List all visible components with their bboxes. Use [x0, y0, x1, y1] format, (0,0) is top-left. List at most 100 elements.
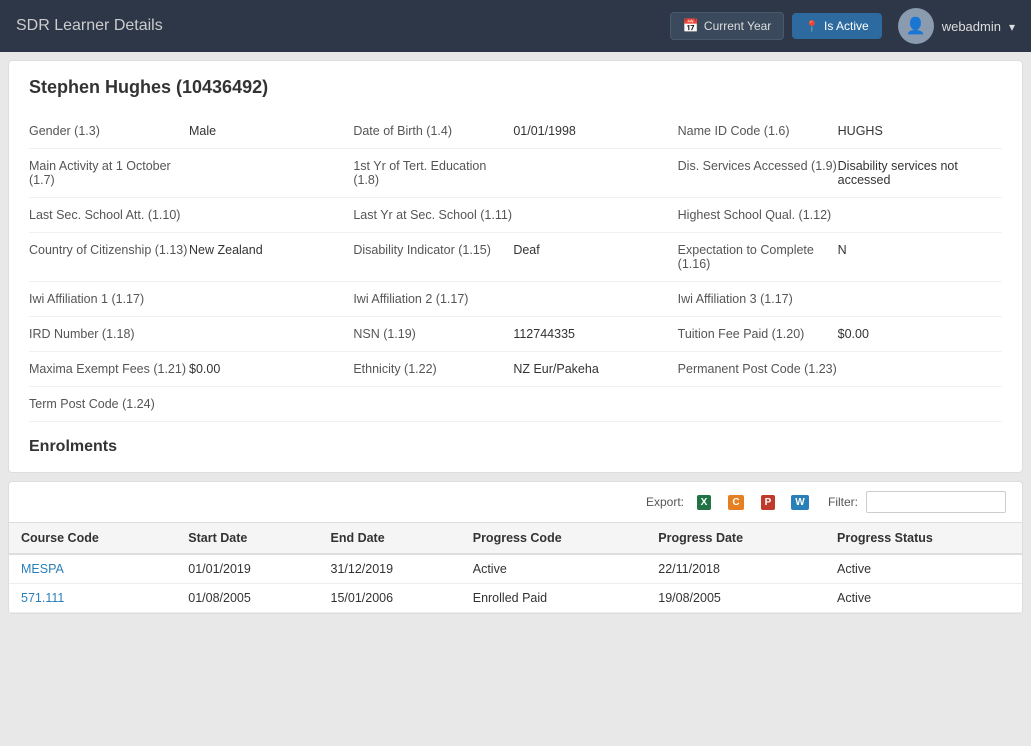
field-label-nsn: NSN (1.19): [353, 327, 513, 341]
export-pdf-button[interactable]: P: [756, 490, 780, 514]
cell-progress-code-2: Enrolled Paid: [461, 584, 647, 613]
filter-input[interactable]: [866, 491, 1006, 513]
table-header-row: Course Code Start Date End Date Progress…: [9, 523, 1022, 554]
pin-icon: [805, 19, 819, 33]
col-header-progress-date: Progress Date: [646, 523, 825, 554]
learner-name: Stephen Hughes (10436492): [29, 77, 1002, 98]
field-label-iwi1: Iwi Affiliation 1 (1.17): [29, 292, 189, 306]
field-dob: Date of Birth (1.4) 01/01/1998: [353, 114, 677, 149]
cell-end-date-2: 15/01/2006: [319, 584, 461, 613]
enrolments-card: Export: X C P W Filter: Course Code Star…: [8, 481, 1023, 614]
app-title: SDR Learner Details: [16, 17, 670, 35]
field-maxima: Maxima Exempt Fees (1.21) $0.00: [29, 352, 353, 387]
field-empty-2: [678, 387, 1002, 422]
export-csv-button[interactable]: C: [724, 490, 748, 514]
is-active-button[interactable]: Is Active: [792, 13, 881, 39]
field-highest-qual: Highest School Qual. (1.12): [678, 198, 1002, 233]
col-header-progress-code: Progress Code: [461, 523, 647, 554]
field-label-ird: IRD Number (1.18): [29, 327, 189, 341]
field-main-activity: Main Activity at 1 October (1.7): [29, 149, 353, 198]
field-iwi2: Iwi Affiliation 2 (1.17): [353, 282, 677, 317]
field-gender: Gender (1.3) Male: [29, 114, 353, 149]
avatar: 👤: [898, 8, 934, 44]
field-value-expectation: N: [838, 243, 847, 271]
learner-fields-grid: Gender (1.3) Male Date of Birth (1.4) 01…: [29, 114, 1002, 422]
field-label-last-yr-sec: Last Yr at Sec. School (1.11): [353, 208, 513, 222]
cell-progress-status-1: Active: [825, 554, 1022, 584]
cell-course-code-1[interactable]: MESPA: [9, 554, 176, 584]
field-label-main-activity: Main Activity at 1 October (1.7): [29, 159, 189, 187]
current-year-label: Current Year: [704, 19, 771, 33]
field-disability: Disability Indicator (1.15) Deaf: [353, 233, 677, 282]
cell-progress-date-2: 19/08/2005: [646, 584, 825, 613]
field-citizenship: Country of Citizenship (1.13) New Zealan…: [29, 233, 353, 282]
cell-progress-code-1: Active: [461, 554, 647, 584]
cell-progress-date-1: 22/11/2018: [646, 554, 825, 584]
field-iwi3: Iwi Affiliation 3 (1.17): [678, 282, 1002, 317]
cell-start-date-1: 01/01/2019: [176, 554, 318, 584]
col-header-progress-status: Progress Status: [825, 523, 1022, 554]
field-label-maxima: Maxima Exempt Fees (1.21): [29, 362, 189, 376]
field-value-maxima: $0.00: [189, 362, 220, 376]
table-row: 571.111 01/08/2005 15/01/2006 Enrolled P…: [9, 584, 1022, 613]
export-word-button[interactable]: W: [788, 490, 812, 514]
filter-label: Filter:: [828, 495, 858, 509]
cell-start-date-2: 01/08/2005: [176, 584, 318, 613]
field-value-citizenship: New Zealand: [189, 243, 263, 271]
field-permanent-post: Permanent Post Code (1.23): [678, 352, 1002, 387]
field-label-iwi3: Iwi Affiliation 3 (1.17): [678, 292, 838, 306]
learner-details-card: Stephen Hughes (10436492) Gender (1.3) M…: [8, 60, 1023, 473]
export-xls-button[interactable]: X: [692, 490, 716, 514]
calendar-icon: [683, 18, 699, 34]
is-active-label: Is Active: [824, 19, 869, 33]
field-label-dob: Date of Birth (1.4): [353, 124, 513, 138]
field-value-name-id: HUGHS: [838, 124, 883, 138]
field-value-tuition: $0.00: [838, 327, 869, 341]
field-value-nsn: 112744335: [513, 327, 575, 341]
cell-course-code-2[interactable]: 571.111: [9, 584, 176, 613]
field-label-tuition: Tuition Fee Paid (1.20): [678, 327, 838, 341]
export-label: Export:: [646, 495, 684, 509]
field-expectation: Expectation to Complete (1.16) N: [678, 233, 1002, 282]
field-ethnicity: Ethnicity (1.22) NZ Eur/Pakeha: [353, 352, 677, 387]
field-label-expectation: Expectation to Complete (1.16): [678, 243, 838, 271]
field-label-permanent-post: Permanent Post Code (1.23): [678, 362, 838, 376]
field-name-id: Name ID Code (1.6) HUGHS: [678, 114, 1002, 149]
col-header-course-code: Course Code: [9, 523, 176, 554]
field-label-first-yr: 1st Yr of Tert. Education (1.8): [353, 159, 513, 187]
field-label-name-id: Name ID Code (1.6): [678, 124, 838, 138]
main-content: Stephen Hughes (10436492) Gender (1.3) M…: [0, 52, 1031, 746]
field-label-iwi2: Iwi Affiliation 2 (1.17): [353, 292, 513, 306]
field-value-dob: 01/01/1998: [513, 124, 576, 138]
current-year-button[interactable]: Current Year: [670, 12, 785, 40]
user-menu[interactable]: 👤 webadmin: [898, 8, 1015, 44]
field-ird: IRD Number (1.18): [29, 317, 353, 352]
field-value-gender: Male: [189, 124, 216, 138]
col-header-start-date: Start Date: [176, 523, 318, 554]
field-iwi1: Iwi Affiliation 1 (1.17): [29, 282, 353, 317]
cell-progress-status-2: Active: [825, 584, 1022, 613]
enrolments-section-title: Enrolments: [29, 438, 1002, 456]
username-label: webadmin: [942, 19, 1001, 34]
field-last-yr-sec: Last Yr at Sec. School (1.11): [353, 198, 677, 233]
chevron-down-icon: [1009, 19, 1015, 34]
field-label-highest-qual: Highest School Qual. (1.12): [678, 208, 838, 222]
field-last-sec-school: Last Sec. School Att. (1.10): [29, 198, 353, 233]
field-label-disability: Disability Indicator (1.15): [353, 243, 513, 271]
field-nsn: NSN (1.19) 112744335: [353, 317, 677, 352]
field-label-gender: Gender (1.3): [29, 124, 189, 138]
field-value-disability: Deaf: [513, 243, 539, 271]
enrolments-table: Course Code Start Date End Date Progress…: [9, 523, 1022, 613]
field-label-ethnicity: Ethnicity (1.22): [353, 362, 513, 376]
field-first-yr: 1st Yr of Tert. Education (1.8): [353, 149, 677, 198]
enrolments-toolbar: Export: X C P W Filter:: [9, 482, 1022, 523]
app-header: SDR Learner Details Current Year Is Acti…: [0, 0, 1031, 52]
field-empty-1: [353, 387, 677, 422]
col-header-end-date: End Date: [319, 523, 461, 554]
field-term-post: Term Post Code (1.24): [29, 387, 353, 422]
field-label-term-post: Term Post Code (1.24): [29, 397, 189, 411]
field-label-citizenship: Country of Citizenship (1.13): [29, 243, 189, 271]
field-value-dis-services: Disability services not accessed: [838, 159, 1002, 187]
cell-end-date-1: 31/12/2019: [319, 554, 461, 584]
field-dis-services: Dis. Services Accessed (1.9) Disability …: [678, 149, 1002, 198]
